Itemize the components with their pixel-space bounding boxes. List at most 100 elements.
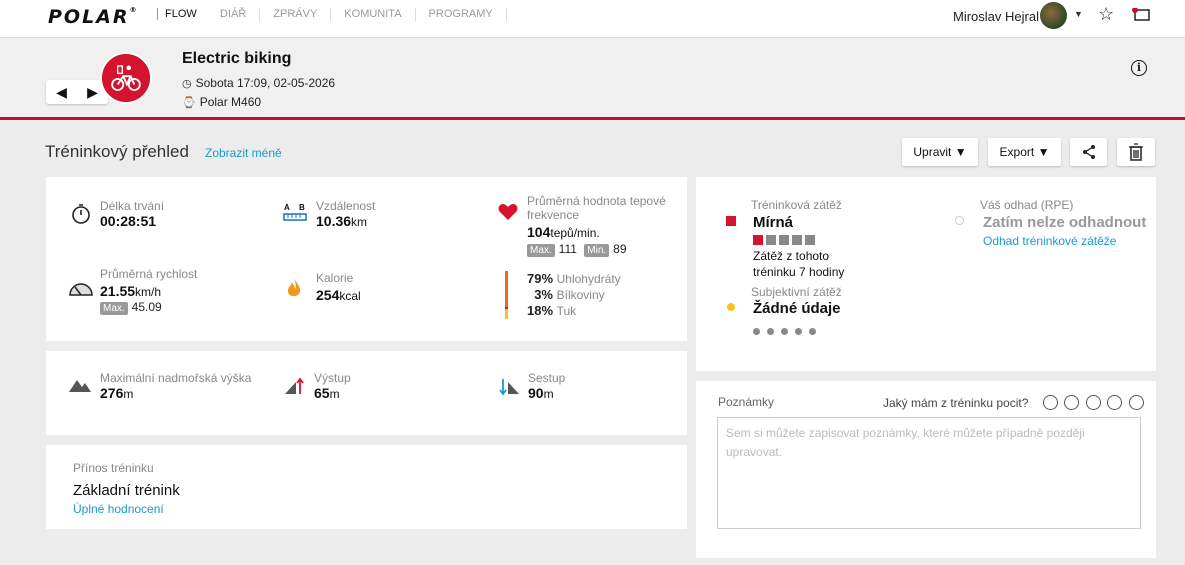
share-button[interactable] (1070, 138, 1107, 166)
overview-title: Tréninkový přehled (45, 142, 189, 161)
distance-value: 10.36 (316, 213, 352, 229)
carb-label: Uhlohydráty (556, 272, 621, 286)
nav-messages[interactable]: ZPRÁVY (260, 8, 332, 21)
very-happy-face-icon[interactable] (1128, 395, 1144, 411)
hr-min-badge: Min. (584, 244, 610, 257)
carb-pct: 79% (527, 271, 554, 286)
max-altitude-label: Maximální nadmořská výška (100, 371, 252, 385)
nav-programs[interactable]: PROGRAMY (416, 8, 507, 21)
session-header: ◀ ▶ Electric biking ◷ Sobota 17:09, 02-0… (0, 38, 1185, 120)
main-stats-card: Délka trvání 00:28:51 A B Vzdálenost 10.… (46, 177, 687, 341)
subjective-load-scale[interactable] (753, 322, 823, 340)
export-button[interactable]: Export ▼ (988, 138, 1061, 166)
notes-textarea[interactable]: Sem si můžete zapisovat poznámky, které … (717, 417, 1141, 529)
rpe-value: Zatím nelze odhadnout (983, 214, 1147, 231)
training-load-value: Mírná (753, 214, 794, 231)
info-icon[interactable]: i (1131, 60, 1147, 76)
session-device: Polar M460 (199, 95, 262, 109)
feeling-question: Jaký mám z tréninku pocit? (883, 396, 1029, 410)
load-level-square (766, 235, 776, 245)
descent-icon (499, 379, 519, 396)
ascent-unit: m (329, 387, 340, 401)
avatar[interactable] (1040, 2, 1067, 29)
session-datetime: Sobota 17:09, 02-05-2026 (195, 76, 336, 90)
estimate-load-link[interactable]: Odhad tréninkové zátěže (983, 234, 1116, 248)
mountain-icon (69, 380, 91, 392)
feeling-selector (1041, 394, 1144, 412)
calories-value: 254 (316, 287, 340, 303)
show-less-link[interactable]: Zobrazit méně (205, 146, 282, 160)
star-icon[interactable]: ☆ (1098, 4, 1114, 25)
fat-label: Tuk (556, 304, 577, 318)
heart-rate-stat: Průměrná hodnota tepové frekvence 104tep… (527, 194, 677, 257)
max-altitude-value: 276 (100, 385, 124, 401)
happy-face-icon[interactable] (1107, 395, 1123, 411)
nav-community[interactable]: KOMUNITA (331, 8, 416, 21)
chevron-down-icon[interactable]: ▼ (1074, 9, 1083, 19)
duration-value: 00:28:51 (100, 213, 157, 229)
descent-stat: Sestup 90m (528, 371, 565, 401)
previous-arrow-icon[interactable]: ◀ (46, 80, 77, 104)
subjective-indicator (727, 303, 735, 311)
user-name[interactable]: Miroslav Hejral (953, 9, 1039, 24)
rpe-indicator (955, 216, 964, 225)
heart-rate-value: 104 (527, 224, 551, 240)
ascent-stat: Výstup 65m (314, 371, 351, 401)
session-navigation: ◀ ▶ (46, 80, 108, 104)
svg-text:A: A (284, 203, 290, 212)
heart-rate-label: Průměrná hodnota tepové frekvence (527, 194, 666, 222)
sad-face-icon[interactable] (1064, 395, 1080, 411)
protein-label: Bílkoviny (556, 288, 605, 302)
benefit-label: Přínos tréninku (73, 461, 154, 475)
stopwatch-icon (72, 204, 90, 224)
speed-value: 21.55 (100, 283, 136, 299)
electric-bike-icon (100, 52, 152, 104)
descent-value: 90 (528, 385, 544, 401)
session-device-row: ⌚ Polar M460 (182, 95, 261, 109)
flow-label[interactable]: FLOW (157, 8, 197, 20)
load-desc-line-1: Zátěž z tohoto (753, 249, 830, 263)
training-load-label: Tréninková zátěž (751, 198, 842, 212)
ascent-value: 65 (314, 385, 330, 401)
ascent-label: Výstup (314, 371, 351, 385)
clock-icon: ◷ (182, 77, 192, 90)
load-level-square (779, 235, 789, 245)
neutral-face-icon[interactable] (1085, 395, 1101, 411)
speed-max-value: 45.09 (131, 300, 162, 314)
distance-stat: Vzdálenost 10.36km (316, 199, 375, 229)
duration-label: Délka trvání (100, 199, 165, 213)
heart-icon (498, 204, 518, 220)
polar-logo[interactable]: POLAR® (48, 6, 139, 28)
speed-unit: km/h (135, 285, 162, 299)
delete-button[interactable] (1117, 138, 1155, 166)
load-level-square (753, 235, 763, 245)
subjective-load-value: Žádné údaje (753, 300, 841, 317)
calories-stat: Kalorie 254kcal (316, 271, 361, 303)
very-sad-face-icon[interactable] (1043, 395, 1058, 411)
full-assessment-link[interactable]: Úplné hodnocení (73, 502, 164, 516)
energy-sources: 79% Uhlohydráty 3% Bílkoviny 18% Tuk (527, 271, 621, 319)
top-navigation-bar: POLAR® FLOW DIÁŘ ZPRÁVY KOMUNITA PROGRAM… (0, 0, 1185, 38)
speed-stat: Průměrná rychlost 21.55km/h Max. 45.09 (100, 267, 197, 315)
subjective-load-label: Subjektivní zátěž (751, 285, 842, 299)
duration-stat: Délka trvání 00:28:51 (100, 199, 164, 229)
load-indicator (726, 216, 736, 226)
share-icon (1082, 145, 1095, 159)
flame-icon (287, 278, 301, 297)
hr-min-value: 89 (613, 242, 627, 256)
speedometer-icon (69, 283, 93, 296)
load-level-square (805, 235, 815, 245)
brand-text: POLAR (48, 6, 130, 28)
rpe-label: Váš odhad (RPE) (980, 198, 1074, 212)
benefit-value: Základní trénink (73, 482, 180, 499)
notification-icon[interactable] (1131, 8, 1153, 22)
max-altitude-stat: Maximální nadmořská výška 276m (100, 371, 251, 401)
watch-icon: ⌚ (182, 96, 196, 109)
distance-icon: A B (283, 203, 307, 221)
descent-label: Sestup (528, 371, 566, 385)
energy-sources-bar (505, 271, 508, 319)
distance-unit: km (351, 215, 368, 229)
training-load-scale (753, 235, 818, 245)
edit-button[interactable]: Upravit ▼ (902, 138, 978, 166)
nav-diary[interactable]: DIÁŘ (207, 8, 261, 21)
